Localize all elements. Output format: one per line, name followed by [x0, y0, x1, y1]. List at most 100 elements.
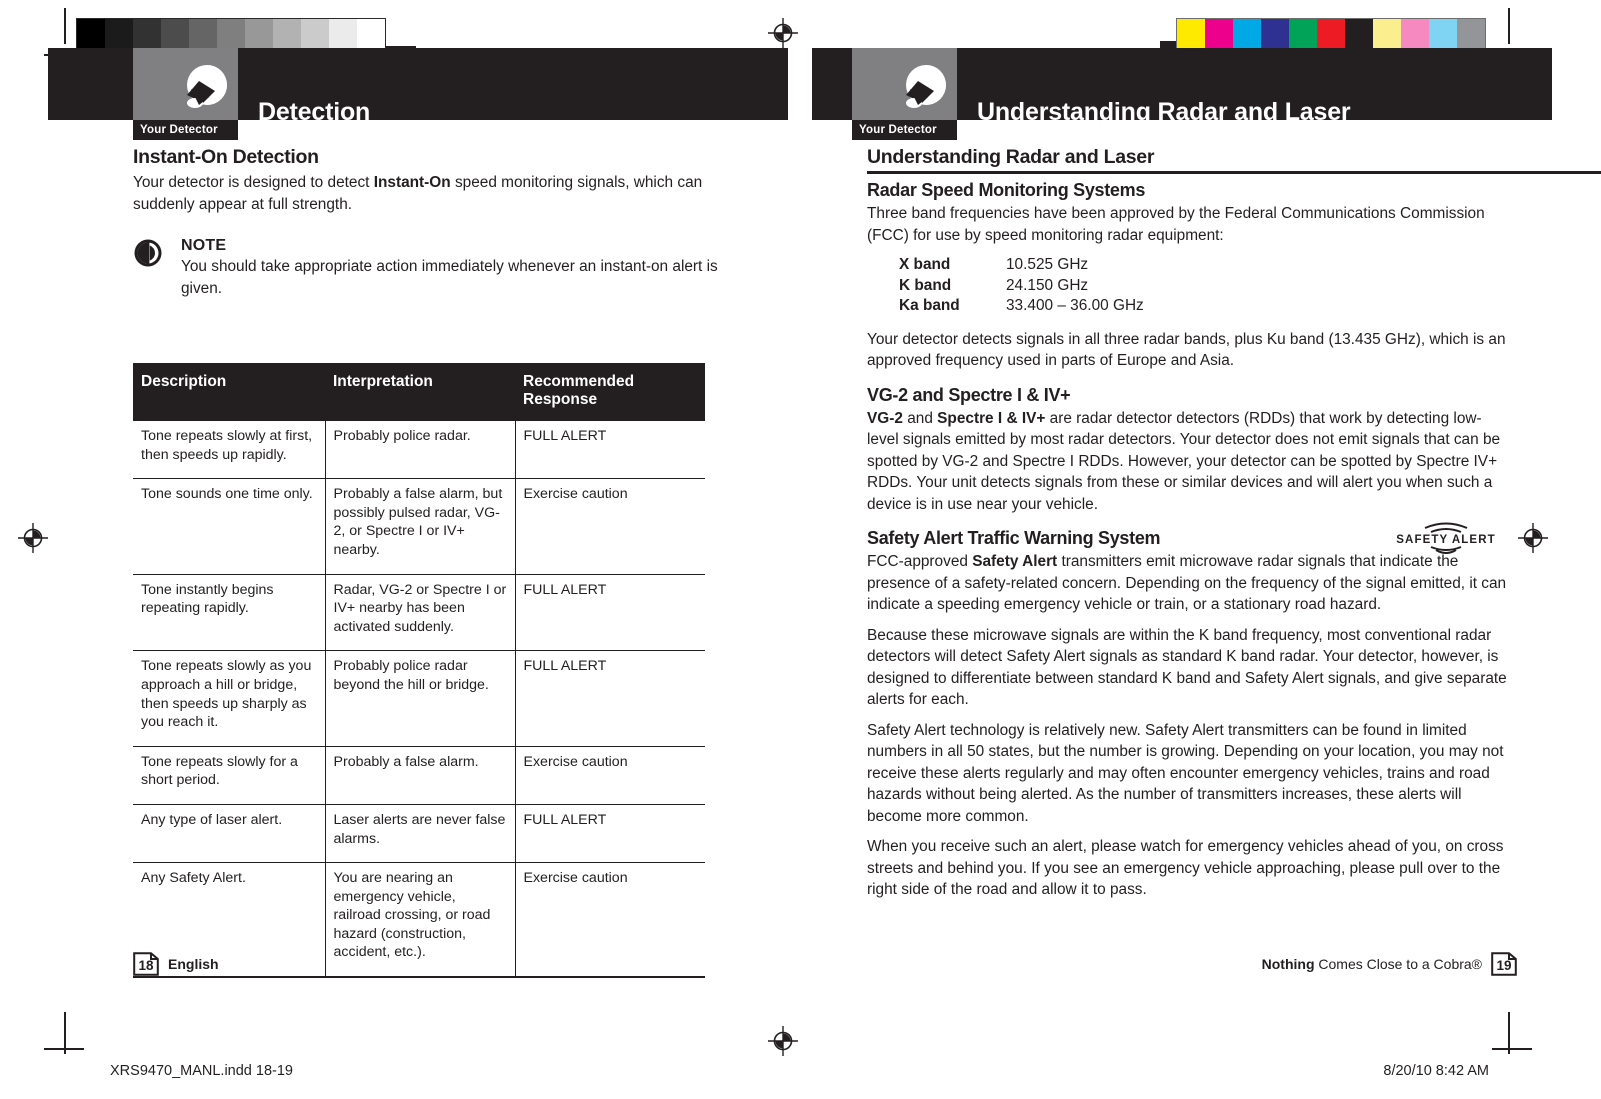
- page-left: Your Detector Detection Instant-On Detec…: [48, 48, 788, 979]
- table-row: Any type of laser alert. Laser alerts ar…: [133, 804, 705, 864]
- radar-outro-paragraph: Your detector detects signals in all thr…: [867, 330, 1506, 370]
- heading-rule-extension: [1507, 171, 1601, 174]
- page-number-badge: 19: [1491, 952, 1517, 976]
- table-row: Tone repeats slowly at first, then speed…: [133, 421, 705, 480]
- page-title-right: Understanding Radar and Laser: [977, 98, 1351, 126]
- note-body: You should take appropriate action immed…: [181, 258, 718, 297]
- table-body: Tone repeats slowly at first, then speed…: [133, 421, 705, 979]
- vg2-bold-1: VG-2: [867, 409, 903, 427]
- table-row: Tone repeats slowly for a short period. …: [133, 746, 705, 805]
- calibration-swatch-9: [1429, 19, 1457, 49]
- safety-paragraph-2: Because these microwave signals are with…: [867, 626, 1507, 709]
- band-frequency: 10.525 GHz: [1006, 256, 1089, 273]
- right-page-footer: Nothing Comes Close to a Cobra® 19: [1262, 952, 1517, 976]
- calibration-swatch-6: [1345, 19, 1373, 49]
- safety-paragraph-3: Safety Alert technology is relatively ne…: [867, 721, 1504, 825]
- cell-response: FULL ALERT: [515, 650, 705, 747]
- cell-response: FULL ALERT: [515, 574, 705, 652]
- calibration-swatch-6: [245, 19, 273, 49]
- cell-response: Exercise caution: [515, 746, 705, 805]
- alert-interpretation-table: Description Interpretation Recommended R…: [133, 363, 705, 979]
- safety-paragraph-4: When you receive such an alert, please w…: [867, 838, 1504, 898]
- calibration-swatch-3: [161, 19, 189, 49]
- table-row: Any Safety Alert. You are nearing an eme…: [133, 862, 705, 979]
- detector-icon: [852, 48, 957, 120]
- table-row: Tone repeats slowly as you approach a hi…: [133, 650, 705, 747]
- vg2-bold-2: Spectre I & IV+: [937, 409, 1046, 427]
- band-name: X band: [899, 256, 951, 273]
- intro-bold-term: Instant-On: [373, 174, 451, 191]
- brand-tagline: Nothing Comes Close to a Cobra®: [1262, 956, 1482, 972]
- heading-radar-speed-monitoring-systems: Radar Speed Monitoring Systems: [867, 180, 1146, 200]
- crop-mark-bl-h: [44, 1048, 84, 1050]
- heading-text: Understanding Radar and Laser: [867, 146, 1155, 168]
- registration-target-top: [768, 18, 798, 48]
- right-page-header: Your Detector Understanding Radar and La…: [812, 48, 1552, 140]
- slug-timestamp: 8/20/10 8:42 AM: [1383, 1063, 1489, 1079]
- calibration-swatch-10: [357, 19, 385, 49]
- table-header-row: Description Interpretation Recommended R…: [133, 363, 705, 421]
- cell-description: Tone instantly begins repeating rapidly.: [133, 574, 326, 652]
- calibration-swatch-5: [1317, 19, 1345, 49]
- calibration-swatch-2: [133, 19, 161, 49]
- heading-understanding-radar-and-laser: Understanding Radar and Laser: [867, 146, 1601, 174]
- note-icon: [133, 238, 163, 273]
- cell-interpretation: Probably police radar.: [325, 421, 516, 480]
- tagline-rest: Comes Close to a Cobra®: [1314, 956, 1482, 972]
- sidebar-tab-label: Your Detector: [859, 124, 937, 136]
- calibration-swatch-9: [329, 19, 357, 49]
- right-page-content: Understanding Radar and Laser Radar Spee…: [867, 146, 1601, 910]
- page-number: 18: [138, 957, 154, 973]
- crop-mark-tr-v: [1508, 8, 1510, 44]
- registration-target-left: [18, 523, 48, 553]
- grayscale-calibration-bar: [76, 18, 386, 50]
- cell-interpretation: You are nearing an emergency vehicle, ra…: [325, 862, 516, 979]
- list-item: Ka band 33.400 – 36.00 GHz: [899, 296, 1507, 317]
- safety-p1-bold: Safety Alert: [972, 553, 1058, 570]
- footer-language-label: English: [168, 956, 219, 972]
- left-page-header: Your Detector Detection: [48, 48, 788, 140]
- intro-paragraph: Your detector is designed to detect Inst…: [133, 172, 753, 215]
- calibration-swatch-7: [1373, 19, 1401, 49]
- calibration-swatch-4: [1289, 19, 1317, 49]
- cell-interpretation: Laser alerts are never false alarms.: [325, 804, 516, 864]
- left-page-content: Instant-On Detection Your detector is de…: [133, 146, 753, 979]
- calibration-swatch-2: [1233, 19, 1261, 49]
- radar-intro-paragraph: Three band frequencies have been approve…: [867, 205, 1485, 244]
- cell-response: Exercise caution: [515, 862, 705, 979]
- page-right: Your Detector Understanding Radar and La…: [812, 48, 1601, 978]
- band-name: Ka band: [899, 297, 960, 314]
- cell-interpretation: Probably a false alarm.: [325, 746, 516, 805]
- page-title-left: Detection: [258, 98, 371, 126]
- calibration-swatch-5: [217, 19, 245, 49]
- band-frequency: 33.400 – 36.00 GHz: [1006, 297, 1144, 314]
- cell-description: Tone sounds one time only.: [133, 478, 326, 575]
- cell-description: Tone repeats slowly as you approach a hi…: [133, 650, 326, 747]
- vg2-text-1: and: [902, 409, 938, 427]
- column-header-interpretation: Interpretation: [325, 363, 515, 421]
- sidebar-tab-your-detector[interactable]: Your Detector: [852, 120, 957, 140]
- cell-interpretation: Probably a false alarm, but possibly pul…: [325, 478, 516, 575]
- intro-part-1: Your detector is designed to detect: [133, 174, 374, 191]
- band-name: K band: [899, 276, 952, 294]
- calibration-swatch-3: [1261, 19, 1289, 49]
- cell-response: Exercise caution: [515, 478, 705, 575]
- cell-response: FULL ALERT: [515, 804, 705, 864]
- slug-filename: XRS9470_MANL.indd 18-19: [110, 1063, 293, 1079]
- registration-target-bottom: [768, 1026, 798, 1056]
- table-row: Tone instantly begins repeating rapidly.…: [133, 574, 705, 652]
- cell-description: Any type of laser alert.: [133, 804, 326, 864]
- cell-interpretation: Radar, VG-2 or Spectre I or IV+ nearby h…: [325, 574, 516, 652]
- vg2-paragraph: VG-2 and Spectre I & IV+ are radar detec…: [867, 408, 1507, 516]
- sidebar-tab-your-detector[interactable]: Your Detector: [133, 120, 238, 140]
- page-number: 19: [1496, 957, 1512, 973]
- safety-alert-logo: SAFETY ALERT: [1385, 522, 1507, 561]
- calibration-swatch-7: [273, 19, 301, 49]
- cell-description: Tone repeats slowly at first, then speed…: [133, 421, 326, 480]
- calibration-swatch-0: [77, 19, 105, 49]
- left-page-footer: 18 English: [133, 952, 219, 976]
- calibration-swatch-1: [1205, 19, 1233, 49]
- list-item: X band 10.525 GHz: [899, 255, 1507, 276]
- column-header-description: Description: [133, 363, 325, 421]
- calibration-swatch-1: [105, 19, 133, 49]
